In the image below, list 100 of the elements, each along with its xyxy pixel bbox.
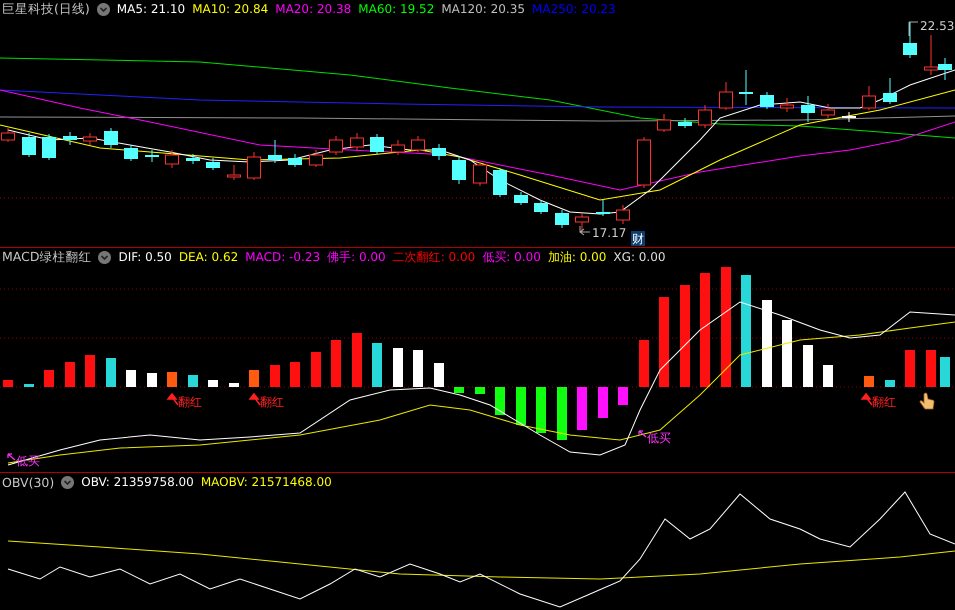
histogram-bar	[926, 350, 936, 387]
histogram-bar	[885, 380, 895, 387]
price-label: 22.53	[920, 19, 954, 33]
candlestick	[842, 112, 856, 122]
candlestick	[247, 152, 261, 180]
candlestick	[493, 168, 507, 198]
histogram-bar	[311, 352, 321, 387]
dropdown-icon[interactable]	[61, 476, 74, 488]
dropdown-icon[interactable]	[96, 2, 110, 16]
arrow-icon	[638, 430, 647, 438]
candlestick	[821, 104, 835, 118]
arrow-icon	[7, 453, 16, 461]
signal-label: 翻红	[178, 395, 202, 409]
signal-label: 翻红	[872, 395, 896, 409]
histogram-bar	[270, 365, 280, 387]
indicator-value: MA5: 21.10	[116, 2, 186, 16]
candlestick	[42, 134, 56, 160]
signal-label: 翻红	[260, 395, 284, 409]
candlestick	[104, 128, 118, 148]
candlestick	[903, 22, 917, 58]
candlestick	[411, 136, 425, 152]
candlestick	[883, 78, 897, 104]
indicator-value: OBV: 21359758.00	[81, 475, 194, 489]
candlestick	[350, 132, 364, 150]
candlestick	[616, 204, 630, 224]
histogram-bar	[85, 355, 95, 387]
candlestick	[780, 98, 794, 112]
candlestick	[391, 140, 405, 156]
candlestick	[678, 118, 692, 128]
histogram-bar	[208, 380, 218, 387]
histogram-bar	[229, 383, 239, 387]
histogram-bar	[434, 363, 444, 387]
candlestick	[145, 150, 159, 162]
candlestick	[288, 154, 302, 168]
indicator-value: MA250: 20.23	[532, 2, 616, 16]
arrow-icon	[167, 392, 179, 406]
histogram-bar	[352, 333, 362, 387]
histogram-bar	[598, 387, 608, 418]
candlestick	[862, 86, 876, 110]
histogram-bar	[249, 370, 259, 387]
candlestick	[63, 132, 77, 146]
histogram-bar	[864, 376, 874, 387]
histogram-bar	[147, 373, 157, 387]
arrow-icon	[249, 392, 261, 406]
histogram-bar	[454, 387, 464, 393]
candlestick	[165, 150, 179, 168]
indicator-value: MA20: 20.38	[275, 2, 352, 16]
histogram-bar	[106, 358, 116, 387]
arrow-icon	[861, 392, 873, 406]
candlestick	[432, 144, 446, 160]
histogram-bar	[188, 375, 198, 387]
badge[interactable]: 财	[631, 231, 645, 246]
histogram-bar	[65, 362, 75, 387]
histogram-bar	[803, 345, 813, 387]
candlestick	[596, 200, 610, 216]
histogram-bar	[905, 350, 915, 387]
candlestick	[760, 92, 774, 110]
histogram-bar	[24, 384, 34, 387]
candlestick	[534, 200, 548, 214]
histogram-bar	[413, 350, 423, 387]
histogram-bar	[290, 362, 300, 387]
histogram-bar	[823, 365, 833, 387]
indicator-value: MA60: 19.52	[358, 2, 434, 16]
histogram-bar	[940, 357, 950, 387]
histogram-bar	[44, 370, 54, 387]
histogram-bar	[536, 387, 546, 433]
histogram-bar	[393, 348, 403, 387]
candlestick	[637, 136, 651, 188]
candlestick	[1, 128, 15, 142]
candlestick	[555, 210, 569, 228]
candlestick	[514, 192, 528, 206]
candlestick	[698, 104, 712, 128]
histogram-bar	[3, 380, 13, 387]
candlestick	[124, 144, 138, 162]
histogram-bar	[331, 340, 341, 387]
indicator-value: 加油: 0.00	[548, 248, 606, 266]
candlestick	[575, 212, 589, 232]
candlestick	[206, 158, 220, 170]
indicator-value: DEA: 0.62	[178, 250, 238, 264]
candlestick	[268, 140, 282, 164]
indicator-value: MAOBV: 21571468.00	[200, 475, 332, 489]
histogram-bar	[516, 387, 526, 425]
histogram-bar	[495, 387, 505, 415]
indicator-value: MA120: 20.35	[441, 2, 526, 16]
histogram-bar	[618, 387, 628, 405]
histogram-bar	[167, 372, 177, 387]
leader-line	[580, 226, 590, 236]
signal-label: 低买	[647, 431, 671, 445]
indicator-value: MACD: -0.23	[245, 250, 320, 264]
candlestick	[329, 136, 343, 156]
indicator-value: XG: 0.00	[613, 250, 666, 264]
chart-title: OBV(30)	[2, 474, 54, 490]
indicator-value: 二次翻红: 0.00	[392, 248, 476, 266]
chart-title: 巨星科技(日线)	[2, 0, 90, 18]
dropdown-icon[interactable]	[98, 250, 112, 264]
indicator-value: DIF: 0.50	[118, 250, 172, 264]
histogram-bar	[126, 370, 136, 387]
candlestick	[719, 82, 733, 110]
candlestick	[22, 132, 36, 158]
indicator-value: 低买: 0.00	[482, 248, 541, 266]
